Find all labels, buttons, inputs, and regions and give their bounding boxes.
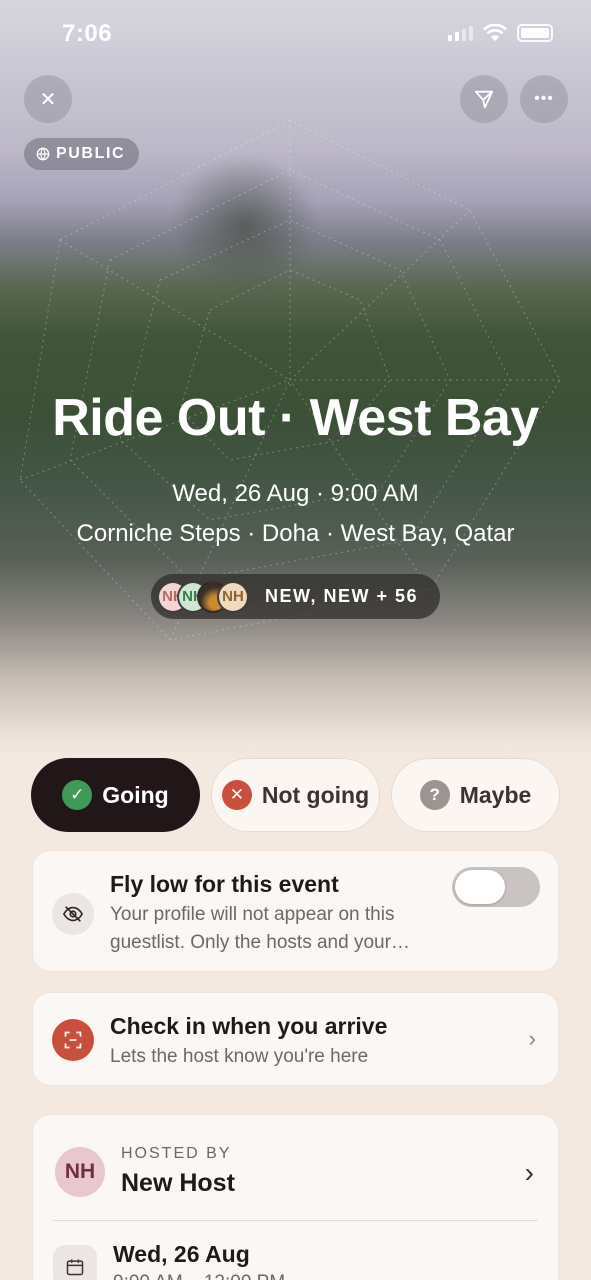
cellular-signal-icon	[448, 25, 473, 41]
battery-icon	[517, 24, 553, 42]
close-button[interactable]: ✕	[24, 75, 72, 123]
event-datetime: Wed, 26 Aug · 9:00 AM	[172, 480, 419, 507]
status-time: 7:06	[62, 20, 113, 47]
chevron-right-icon: ›	[528, 1026, 536, 1051]
visibility-chip: PUBLIC	[24, 138, 140, 170]
globe-icon	[36, 147, 50, 161]
rsvp-going-button[interactable]: ✓ Going	[31, 758, 200, 832]
check-icon: ✓	[62, 780, 93, 810]
hosted-by-label: HOSTED BY	[121, 1145, 232, 1162]
status-bar: 7:06	[0, 0, 591, 66]
event-title: Ride Out · West Bay	[52, 389, 539, 447]
event-date: Wed, 26 Aug	[113, 1241, 250, 1267]
attendees-summary[interactable]: NH NH NH NEW, NEW + 56	[151, 574, 440, 619]
calendar-icon	[53, 1245, 97, 1280]
share-button[interactable]	[460, 75, 508, 123]
eye-off-icon	[52, 893, 94, 935]
question-icon: ?	[419, 780, 450, 810]
fly-low-description-line2: guestlist. Only the hosts and your…	[110, 932, 410, 953]
rsvp-maybe-button[interactable]: ? Maybe	[391, 758, 560, 832]
x-icon: ✕	[221, 780, 252, 810]
fly-low-title: Fly low for this event	[110, 871, 339, 897]
divider	[53, 1220, 538, 1221]
check-in-title: Check in when you arrive	[110, 1013, 388, 1039]
more-options-button[interactable]: •••	[520, 75, 568, 123]
avatar: NH	[217, 580, 249, 613]
rsvp-not-going-button[interactable]: ✕ Not going	[211, 758, 380, 832]
event-time-range: 9:00 AM – 12:00 PM	[113, 1269, 285, 1280]
scan-icon	[52, 1019, 94, 1061]
wifi-icon	[483, 24, 507, 41]
fly-low-description-line1: Your profile will not appear on this	[110, 904, 395, 925]
more-icon: •••	[534, 90, 554, 107]
rsvp-not-going-label: Not going	[261, 781, 370, 808]
event-location[interactable]: Corniche Steps · Doha · West Bay, Qatar	[0, 520, 591, 548]
host-avatar: NH	[55, 1147, 105, 1197]
fly-low-toggle[interactable]	[452, 867, 540, 907]
close-icon: ✕	[39, 88, 57, 111]
fly-low-card: Fly low for this event Your profile will…	[32, 850, 559, 972]
check-in-card[interactable]: Check in when you arrive Lets the host k…	[32, 992, 559, 1086]
visibility-label: PUBLIC	[56, 145, 126, 162]
check-in-description: Lets the host know you're here	[110, 1046, 369, 1067]
event-details-card: NH HOSTED BY New Host › Wed, 26 Aug 9:00…	[32, 1114, 559, 1280]
host-name[interactable]: New Host	[121, 1169, 235, 1198]
status-icons	[448, 24, 553, 42]
chevron-right-icon: ›	[524, 1157, 534, 1188]
rsvp-maybe-label: Maybe	[459, 781, 532, 808]
attendees-text: NEW, NEW + 56	[265, 586, 419, 606]
rsvp-going-label: Going	[102, 781, 169, 808]
send-icon	[474, 90, 494, 109]
